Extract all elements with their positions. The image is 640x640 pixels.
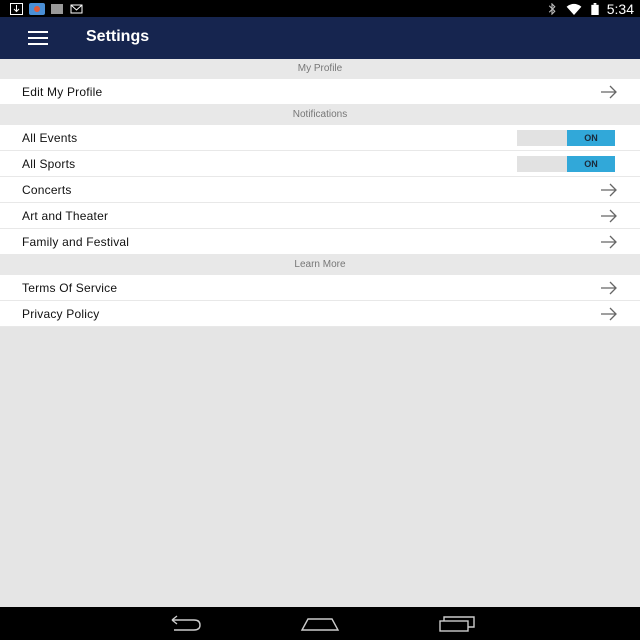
section-header-notifications: Notifications <box>0 105 640 125</box>
row-label: Privacy Policy <box>22 307 100 321</box>
row-all-events: All Events ON <box>0 125 640 151</box>
row-edit-my-profile[interactable]: Edit My Profile <box>0 79 640 105</box>
row-label: Edit My Profile <box>22 85 103 99</box>
row-label: Concerts <box>22 183 72 197</box>
clock: 5:34 <box>606 0 634 17</box>
arrow-right-icon <box>601 85 617 99</box>
status-right-icons: 5:34 <box>547 0 634 17</box>
arrow-right-icon <box>601 235 617 249</box>
row-label: Art and Theater <box>22 209 109 223</box>
arrow-right-icon <box>601 307 617 321</box>
arrow-right-icon <box>601 281 617 295</box>
back-icon[interactable] <box>164 615 202 632</box>
home-icon[interactable] <box>300 615 340 632</box>
row-art-and-theater[interactable]: Art and Theater <box>0 203 640 229</box>
settings-list: My Profile Edit My Profile Notifications… <box>0 59 640 327</box>
status-left-icons <box>10 2 83 15</box>
row-all-sports: All Sports ON <box>0 151 640 177</box>
row-terms-of-service[interactable]: Terms Of Service <box>0 275 640 301</box>
row-label: Terms Of Service <box>22 281 118 295</box>
row-privacy-policy[interactable]: Privacy Policy <box>0 301 640 327</box>
wifi-icon <box>566 3 582 15</box>
arrow-right-icon <box>601 183 617 197</box>
recent-apps-icon[interactable] <box>438 615 476 632</box>
barcode-icon <box>51 3 63 14</box>
page-title: Settings <box>86 28 150 45</box>
toggle-on-label: ON <box>567 156 615 172</box>
gmail-icon <box>70 4 83 13</box>
row-label: Family and Festival <box>22 235 130 249</box>
section-header-my-profile: My Profile <box>0 59 640 79</box>
row-label: All Events <box>22 131 78 145</box>
row-family-and-festival[interactable]: Family and Festival <box>0 229 640 255</box>
row-concerts[interactable]: Concerts <box>0 177 640 203</box>
app-notification-icon <box>29 2 45 15</box>
app-bar: Settings <box>0 17 640 59</box>
arrow-right-icon <box>601 209 617 223</box>
hamburger-menu-icon[interactable] <box>28 31 48 45</box>
row-label: All Sports <box>22 157 76 171</box>
download-icon <box>10 2 23 15</box>
navigation-bar <box>0 607 640 640</box>
status-bar: 5:34 <box>0 0 640 17</box>
bluetooth-icon <box>548 2 556 15</box>
toggle-on-label: ON <box>567 130 615 146</box>
all-sports-toggle[interactable]: ON <box>517 156 615 172</box>
section-header-learn-more: Learn More <box>0 255 640 275</box>
battery-icon <box>591 2 599 15</box>
all-events-toggle[interactable]: ON <box>517 130 615 146</box>
